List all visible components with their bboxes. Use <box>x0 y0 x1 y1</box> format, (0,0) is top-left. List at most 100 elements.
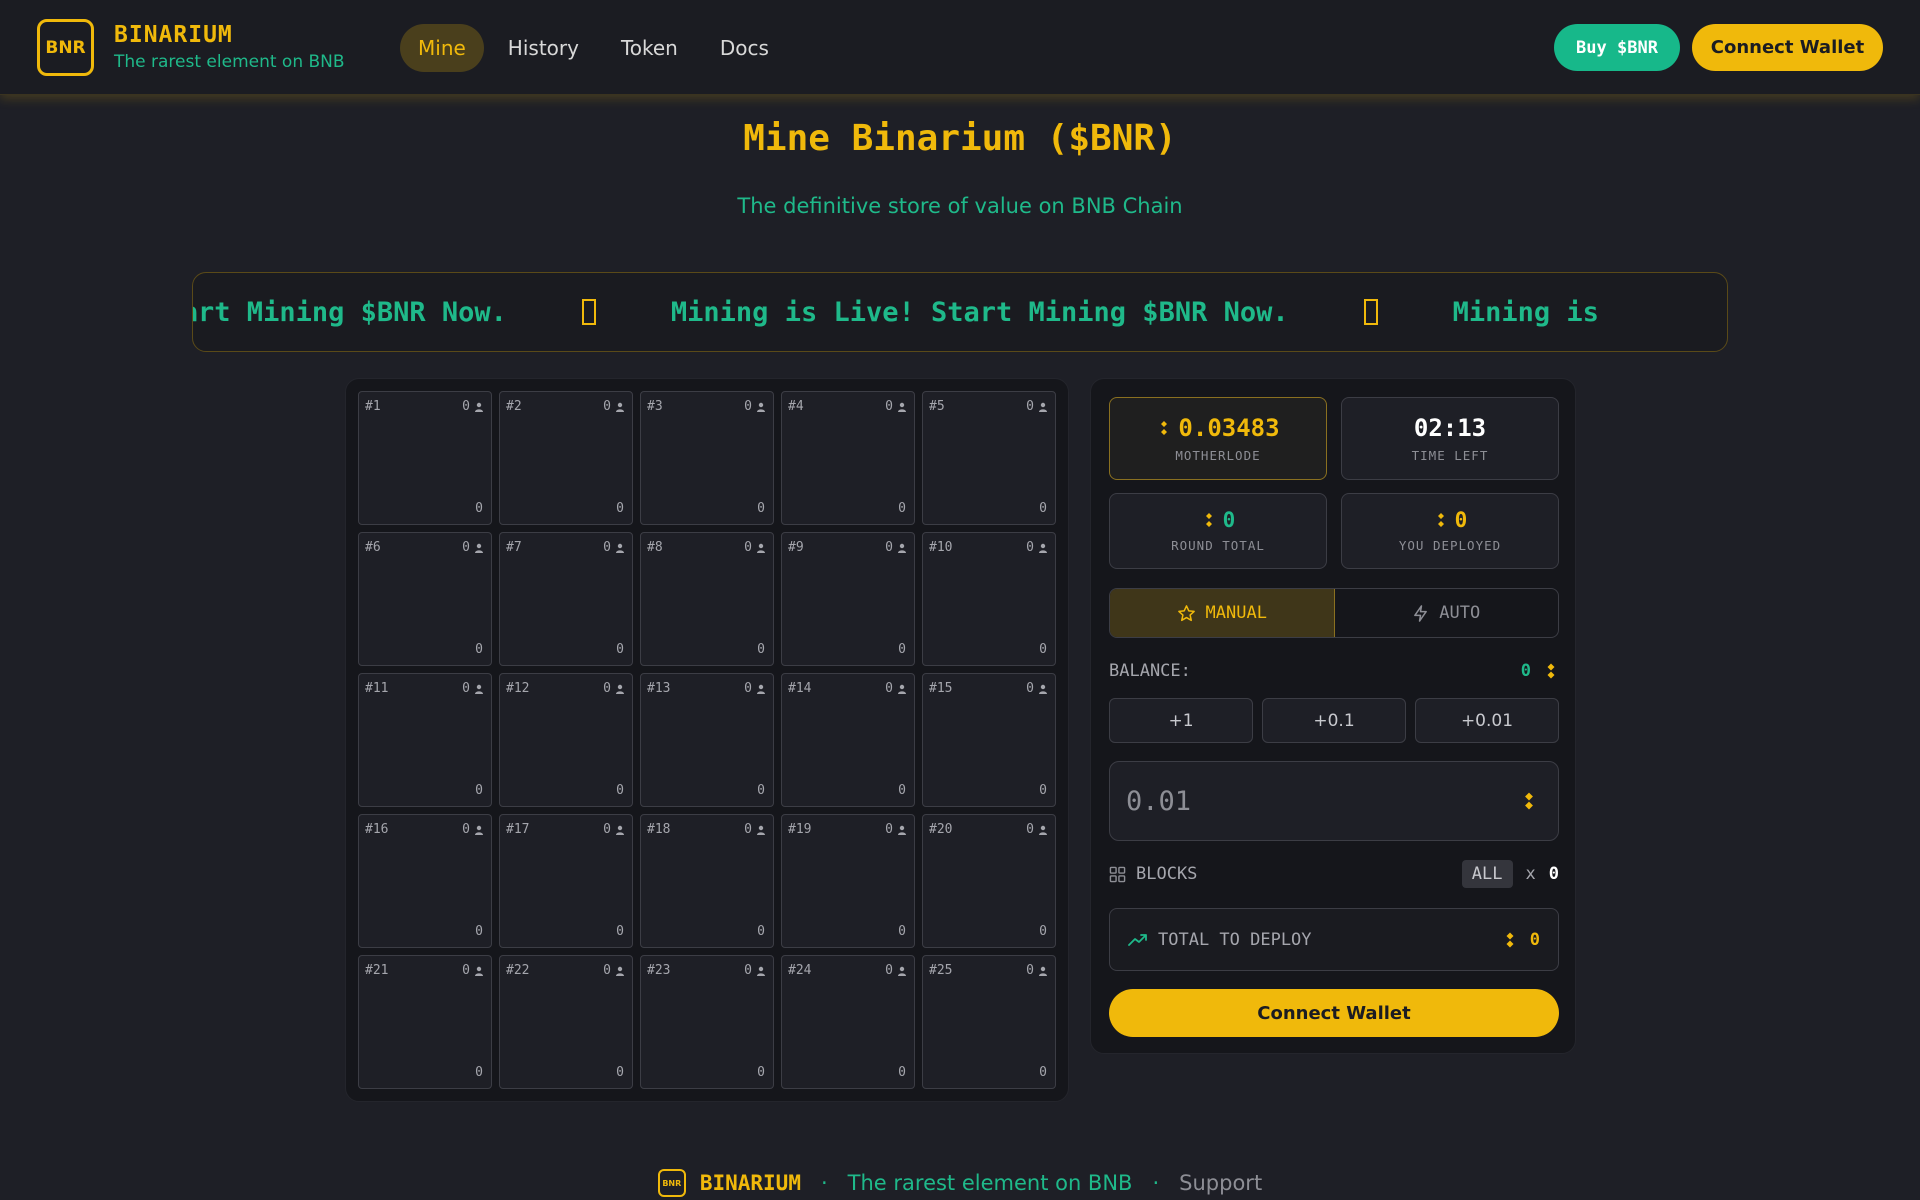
cell-miners: 0 <box>744 540 766 555</box>
grid-cell[interactable]: #20 0 0 <box>922 814 1056 948</box>
nav-item-history[interactable]: History <box>490 24 597 72</box>
buy-bnr-button[interactable]: Buy $BNR <box>1554 24 1680 71</box>
cell-amount: 0 <box>1039 924 1047 939</box>
cell-id: #16 <box>365 822 389 837</box>
cell-miners: 0 <box>1026 540 1048 555</box>
grid-cell[interactable]: #5 0 0 <box>922 391 1056 525</box>
nav-item-token[interactable]: Token <box>603 24 696 72</box>
person-icon <box>898 825 906 835</box>
grid-cell[interactable]: #12 0 0 <box>499 673 633 807</box>
bnb-icon <box>1161 421 1168 435</box>
grid-cell[interactable]: #7 0 0 <box>499 532 633 666</box>
grid-cell[interactable]: #4 0 0 <box>781 391 915 525</box>
add-0.01-button[interactable]: +0.01 <box>1415 698 1559 743</box>
cell-miner-count: 0 <box>462 822 470 837</box>
top-navbar: BNR BINARIUM The rarest element on BNB M… <box>0 0 1920 95</box>
cell-miner-count: 0 <box>744 963 752 978</box>
grid-cell[interactable]: #1 0 0 <box>358 391 492 525</box>
grid-cell[interactable]: #24 0 0 <box>781 955 915 1089</box>
manual-mode-label: MANUAL <box>1205 603 1267 623</box>
blocks-multiplier: x <box>1525 864 1536 884</box>
grid-cell[interactable]: #3 0 0 <box>640 391 774 525</box>
page-title: Mine Binarium ($BNR) <box>743 118 1177 159</box>
nav-item-docs[interactable]: Docs <box>702 24 787 72</box>
grid-cell[interactable]: #19 0 0 <box>781 814 915 948</box>
mode-toggle: MANUAL AUTO <box>1109 588 1559 638</box>
person-icon <box>757 966 765 976</box>
cell-miners: 0 <box>885 399 907 414</box>
grid-cell[interactable]: #11 0 0 <box>358 673 492 807</box>
grid-cell[interactable]: #21 0 0 <box>358 955 492 1089</box>
grid-cell[interactable]: #9 0 0 <box>781 532 915 666</box>
cell-amount: 0 <box>757 924 765 939</box>
cell-id: #7 <box>506 540 522 555</box>
cell-miner-count: 0 <box>603 822 611 837</box>
nav-item-mine[interactable]: Mine <box>400 24 484 72</box>
bnb-icon <box>1437 513 1444 527</box>
logo[interactable]: BNR <box>37 19 94 76</box>
add-0.1-button[interactable]: +0.1 <box>1262 698 1406 743</box>
cell-id: #22 <box>506 963 530 978</box>
cell-miners: 0 <box>462 963 484 978</box>
mining-grid-panel: #1 0 0 #2 0 0 #3 0 0 #4 0 0 #5 0 0 #6 0 0 #7 0 0 #8 0 0 #9 0 0 #10 0… <box>345 378 1069 1102</box>
grid-cell[interactable]: #18 0 0 <box>640 814 774 948</box>
connect-wallet-header-button[interactable]: Connect Wallet <box>1692 24 1883 71</box>
auto-mode-button[interactable]: AUTO <box>1335 589 1559 637</box>
add-1-button[interactable]: +1 <box>1109 698 1253 743</box>
grid-cell[interactable]: #2 0 0 <box>499 391 633 525</box>
cell-miners: 0 <box>1026 822 1048 837</box>
amount-input[interactable] <box>1126 762 1506 840</box>
increment-buttons: +1 +0.1 +0.01 <box>1109 698 1559 743</box>
bnb-icon <box>1205 513 1212 527</box>
grid-cell[interactable]: #15 0 0 <box>922 673 1056 807</box>
announcement-ticker: ive! Start Mining $BNR Now. Mining is Li… <box>192 272 1728 352</box>
bnb-icon <box>1525 792 1533 810</box>
grid-cell[interactable]: #23 0 0 <box>640 955 774 1089</box>
grid-cell[interactable]: #10 0 0 <box>922 532 1056 666</box>
deploy-value-row: 0 <box>1502 930 1540 950</box>
cell-id: #5 <box>929 399 945 414</box>
cell-miner-count: 0 <box>1026 681 1034 696</box>
grid-cell[interactable]: #17 0 0 <box>499 814 633 948</box>
deploy-label: TOTAL TO DEPLOY <box>1158 929 1312 950</box>
grid-cell[interactable]: #22 0 0 <box>499 955 633 1089</box>
person-icon <box>475 825 483 835</box>
grid-cell[interactable]: #25 0 0 <box>922 955 1056 1089</box>
manual-mode-button[interactable]: MANUAL <box>1110 589 1335 637</box>
deploy-panel: 0.03483 MOTHERLODE 02:13 TIME LEFT 0 ROU… <box>1090 378 1576 1054</box>
cell-id: #14 <box>788 681 812 696</box>
person-icon <box>898 966 906 976</box>
grid-cell[interactable]: #6 0 0 <box>358 532 492 666</box>
ticker-text: Mining is Live! Start Mining $BNR Now. <box>670 296 1289 328</box>
motherlode-stat: 0.03483 MOTHERLODE <box>1109 397 1327 480</box>
person-icon <box>1039 543 1047 553</box>
grid-cell[interactable]: #14 0 0 <box>781 673 915 807</box>
person-icon <box>757 684 765 694</box>
connect-wallet-button[interactable]: Connect Wallet <box>1109 989 1559 1037</box>
grid-cell[interactable]: #16 0 0 <box>358 814 492 948</box>
cell-id: #23 <box>647 963 671 978</box>
cell-miners: 0 <box>744 681 766 696</box>
ticker-separator-icon <box>581 299 596 325</box>
cell-miners: 0 <box>462 399 484 414</box>
cell-amount: 0 <box>757 501 765 516</box>
cell-amount: 0 <box>616 501 624 516</box>
grid-cell[interactable]: #13 0 0 <box>640 673 774 807</box>
you-deployed-stat: 0 YOU DEPLOYED <box>1341 493 1559 569</box>
cell-miners: 0 <box>603 822 625 837</box>
cell-id: #1 <box>365 399 381 414</box>
cell-miner-count: 0 <box>603 963 611 978</box>
bnb-icon <box>1547 663 1555 679</box>
footer-support-link[interactable]: Support <box>1179 1171 1262 1195</box>
cell-miners: 0 <box>1026 681 1048 696</box>
mining-grid: #1 0 0 #2 0 0 #3 0 0 #4 0 0 #5 0 0 #6 0 0 #7 0 0 #8 0 0 #9 0 0 #10 0… <box>358 391 1056 1089</box>
grid-icon <box>1109 866 1126 882</box>
cell-miner-count: 0 <box>885 822 893 837</box>
cell-id: #11 <box>365 681 389 696</box>
cell-amount: 0 <box>1039 642 1047 657</box>
select-all-blocks-button[interactable]: ALL <box>1461 860 1513 888</box>
cell-miner-count: 0 <box>1026 540 1034 555</box>
cell-amount: 0 <box>898 642 906 657</box>
cell-miners: 0 <box>885 963 907 978</box>
grid-cell[interactable]: #8 0 0 <box>640 532 774 666</box>
